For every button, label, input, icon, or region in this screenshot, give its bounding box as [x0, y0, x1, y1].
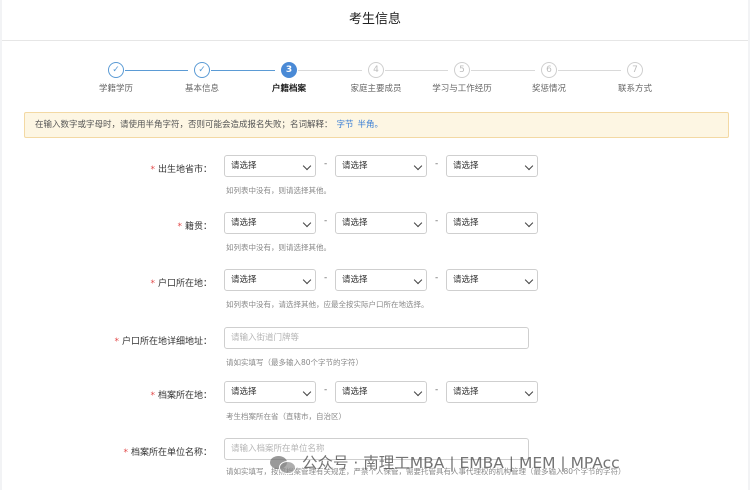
chevron-down-icon [413, 218, 423, 228]
field-label: * 档案所在单位名称： [123, 448, 212, 458]
watermark-text: 公众号 · 南理工MBA | EMBA | MEM | MPAcc [302, 454, 620, 472]
separator: - [435, 216, 439, 226]
field-hint: 如列表中没有，请选择其他，应最全按实际户口所在地选择。 [226, 300, 429, 309]
step-label: 户籍档案 [271, 84, 306, 94]
separator: - [435, 273, 439, 283]
field-hint: 如列表中没有，则请选择其他。 [226, 243, 331, 252]
separator: - [324, 273, 328, 283]
step-academic-record[interactable]: ✓ 学籍学历 [71, 62, 161, 94]
step-family-members[interactable]: 4 家庭主要成员 [331, 62, 421, 94]
step-contact[interactable]: 7 联系方式 [590, 62, 680, 94]
archive-district-select[interactable]: 请选择 [446, 381, 538, 403]
hukou-city-select[interactable]: 请选择 [335, 269, 427, 291]
step-label: 学籍学历 [98, 84, 133, 94]
field-hint: 如列表中没有，则请选择其他。 [226, 186, 331, 195]
hukou-address-input[interactable]: 请输入街道门牌等 [224, 327, 529, 349]
step-label: 家庭主要成员 [350, 84, 402, 94]
field-hint: 请如实填写（最多输入80个字节的字符） [226, 358, 364, 367]
link-byte[interactable]: 字节 [337, 120, 354, 130]
native-province-select[interactable]: 请选择 [224, 212, 316, 234]
separator: - [435, 385, 439, 395]
field-label: * 出生地省市： [150, 165, 212, 175]
step-number: 7 [627, 62, 643, 78]
birthplace-city-select[interactable]: 请选择 [335, 155, 427, 177]
separator: - [324, 385, 328, 395]
hukou-province-select[interactable]: 请选择 [224, 269, 316, 291]
field-label: * 户口所在地详细地址： [114, 337, 212, 347]
chevron-down-icon [413, 387, 423, 397]
chevron-down-icon [302, 218, 312, 228]
field-hint: 考生档案所在省（直辖市，自治区） [226, 412, 346, 421]
step-label: 联系方式 [617, 84, 652, 94]
step-label: 学习与工作经历 [432, 84, 492, 94]
step-basic-info[interactable]: ✓ 基本信息 [157, 62, 247, 94]
required-mark: * [150, 165, 155, 175]
required-mark: * [177, 222, 182, 232]
chevron-down-icon [302, 275, 312, 285]
watermark: 公众号 · 南理工MBA | EMBA | MEM | MPAcc [270, 450, 740, 476]
archive-city-select[interactable]: 请选择 [335, 381, 427, 403]
birthplace-district-select[interactable]: 请选择 [446, 155, 538, 177]
step-number: 6 [541, 62, 557, 78]
step-label: 基本信息 [184, 84, 219, 94]
page-title: 考生信息 [2, 0, 748, 41]
chevron-down-icon [302, 387, 312, 397]
step-number: 5 [454, 62, 470, 78]
candidate-info-page: 考生信息 ✓ 学籍学历 ✓ 基本信息 3 户籍档案 4 家庭主要成员 5 学习与… [2, 0, 748, 490]
native-district-select[interactable]: 请选择 [446, 212, 538, 234]
native-city-select[interactable]: 请选择 [335, 212, 427, 234]
step-number: 4 [368, 62, 384, 78]
chevron-down-icon [524, 161, 534, 171]
birthplace-province-select[interactable]: 请选择 [224, 155, 316, 177]
chevron-down-icon [413, 161, 423, 171]
hukou-district-select[interactable]: 请选择 [446, 269, 538, 291]
archive-province-select[interactable]: 请选择 [224, 381, 316, 403]
progress-steps: ✓ 学籍学历 ✓ 基本信息 3 户籍档案 4 家庭主要成员 5 学习与工作经历 … [2, 62, 748, 102]
step-rewards-penalties[interactable]: 6 奖惩情况 [504, 62, 594, 94]
link-halfwidth[interactable]: 半角。 [358, 120, 384, 130]
separator: - [324, 159, 328, 169]
step-household-archive[interactable]: 3 户籍档案 [244, 62, 334, 94]
required-mark: * [114, 337, 119, 347]
field-label: * 档案所在地： [150, 391, 212, 401]
chevron-down-icon [524, 218, 534, 228]
chevron-down-icon [302, 161, 312, 171]
required-mark: * [150, 279, 155, 289]
step-label: 奖惩情况 [531, 84, 566, 94]
required-mark: * [150, 391, 155, 401]
chevron-down-icon [413, 275, 423, 285]
step-number: 3 [281, 62, 297, 78]
halfwidth-notice: 在输入数字或字母时，请使用半角字符，否则可能会造成报名失败；名词解释： 字节 半角。 [24, 112, 729, 138]
chevron-down-icon [524, 387, 534, 397]
field-label: * 籍贯： [177, 222, 212, 232]
chevron-down-icon [524, 275, 534, 285]
notice-text: 在输入数字或字母时，请使用半角字符，否则可能会造成报名失败；名词解释： [35, 120, 333, 130]
separator: - [324, 216, 328, 226]
step-study-work[interactable]: 5 学习与工作经历 [417, 62, 507, 94]
field-label: * 户口所在地： [150, 279, 212, 289]
check-icon: ✓ [108, 62, 124, 78]
separator: - [435, 159, 439, 169]
check-icon: ✓ [194, 62, 210, 78]
required-mark: * [123, 448, 128, 458]
wechat-icon [270, 454, 296, 474]
